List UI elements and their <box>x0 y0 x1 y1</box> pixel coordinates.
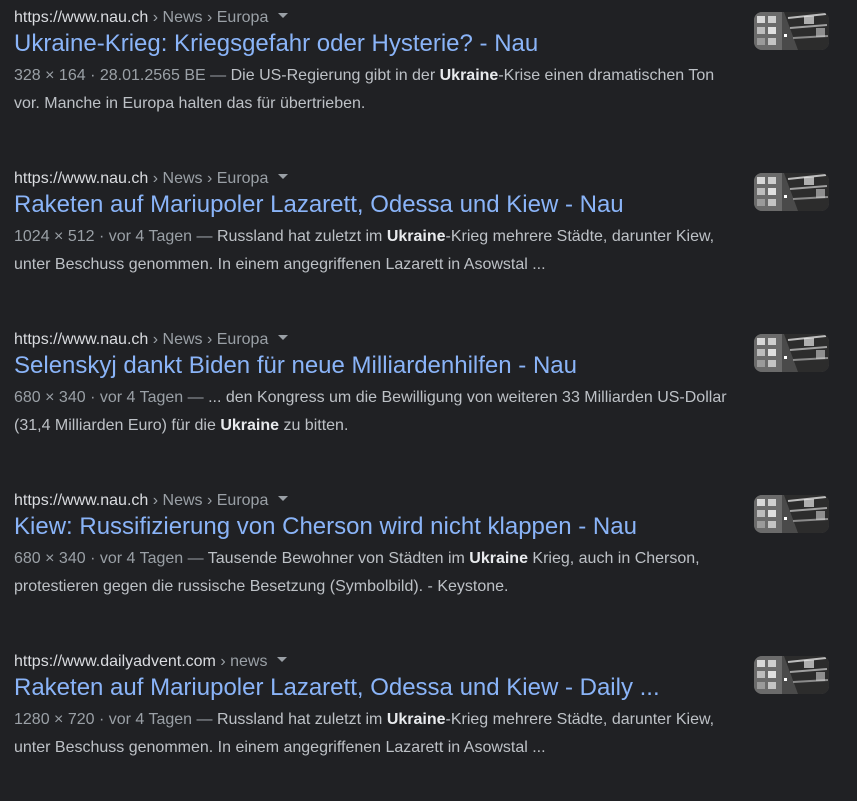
url-breadcrumb: › News › Europa <box>148 331 269 348</box>
result-snippet: 328 × 164 · 28.01.2565 BE — Die US-Regie… <box>14 62 744 118</box>
url-host: https://www.dailyadvent.com <box>14 653 216 670</box>
result-meta: 680 × 340 · vor 4 Tagen — <box>14 550 208 567</box>
result-url[interactable]: https://www.nau.ch › News › Europa <box>14 7 289 29</box>
building-thumbnail-icon[interactable] <box>754 334 829 372</box>
result-meta: 328 × 164 · 28.01.2565 BE — <box>14 67 231 84</box>
result-snippet: 1280 × 720 · vor 4 Tagen — Russland hat … <box>14 706 744 762</box>
result-url[interactable]: https://www.dailyadvent.com › news <box>14 651 288 673</box>
result-title-link[interactable]: Selenskyj dankt Biden für neue Milliarde… <box>14 351 577 381</box>
snippet-text: zu bitten. <box>279 417 349 434</box>
url-host: https://www.nau.ch <box>14 492 149 509</box>
result-url[interactable]: https://www.nau.ch › News › Europa <box>14 490 289 512</box>
url-host: https://www.nau.ch <box>14 9 149 26</box>
url-host: https://www.nau.ch <box>14 170 149 187</box>
result-title-link[interactable]: Ukraine-Krieg: Kriegsgefahr oder Hysteri… <box>14 29 538 59</box>
url-breadcrumb: › News › Europa <box>148 170 269 187</box>
url-host: https://www.nau.ch <box>14 331 149 348</box>
chevron-down-icon[interactable] <box>278 335 289 341</box>
chevron-down-icon[interactable] <box>277 657 288 663</box>
building-thumbnail-icon[interactable] <box>754 656 829 694</box>
chevron-down-icon[interactable] <box>278 496 289 502</box>
snippet-text: Russland hat zuletzt im <box>216 228 387 245</box>
chevron-down-icon[interactable] <box>278 174 289 180</box>
result-url[interactable]: https://www.nau.ch › News › Europa <box>14 329 289 351</box>
snippet-highlight: Ukraine <box>386 711 446 728</box>
building-thumbnail-icon[interactable] <box>754 173 829 211</box>
result-title-link[interactable]: Raketen auf Mariupoler Lazarett, Odessa … <box>14 673 660 703</box>
snippet-highlight: Ukraine <box>469 550 528 567</box>
building-thumbnail-icon[interactable] <box>754 12 829 50</box>
result-meta: 1280 × 720 · vor 4 Tagen — <box>14 711 217 728</box>
result-url[interactable]: https://www.nau.ch › News › Europa <box>14 168 289 190</box>
snippet-highlight: Ukraine <box>386 228 446 245</box>
result-meta: 1024 × 512 · vor 4 Tagen — <box>14 228 217 245</box>
search-result: https://www.nau.ch › News › Europa Selen… <box>14 329 857 479</box>
search-result: https://www.nau.ch › News › Europa Ukrai… <box>14 7 857 157</box>
result-snippet: 680 × 340 · vor 4 Tagen — ... den Kongre… <box>14 384 744 440</box>
building-thumbnail-icon[interactable] <box>754 495 829 533</box>
chevron-down-icon[interactable] <box>278 13 289 19</box>
snippet-text: Tausende Bewohner von Städten im <box>207 550 470 567</box>
search-result: https://www.nau.ch › News › Europa Raket… <box>14 168 857 318</box>
search-result: https://www.nau.ch › News › Europa Kiew:… <box>14 490 857 640</box>
result-snippet: 1024 × 512 · vor 4 Tagen — Russland hat … <box>14 223 744 279</box>
snippet-highlight: Ukraine <box>220 417 280 434</box>
url-breadcrumb: › News › Europa <box>148 9 269 26</box>
snippet-highlight: Ukraine <box>439 67 499 84</box>
url-breadcrumb: › news <box>215 653 268 670</box>
result-title-link[interactable]: Kiew: Russifizierung von Cherson wird ni… <box>14 512 637 542</box>
snippet-text: Russland hat zuletzt im <box>216 711 387 728</box>
snippet-text: Die US-Regierung gibt in der <box>230 67 440 84</box>
search-result: https://www.dailyadvent.com › news Raket… <box>14 651 857 801</box>
result-snippet: 680 × 340 · vor 4 Tagen — Tausende Bewoh… <box>14 545 744 601</box>
url-breadcrumb: › News › Europa <box>148 492 269 509</box>
result-meta: 680 × 340 · vor 4 Tagen — <box>14 389 209 406</box>
result-title-link[interactable]: Raketen auf Mariupoler Lazarett, Odessa … <box>14 190 624 220</box>
